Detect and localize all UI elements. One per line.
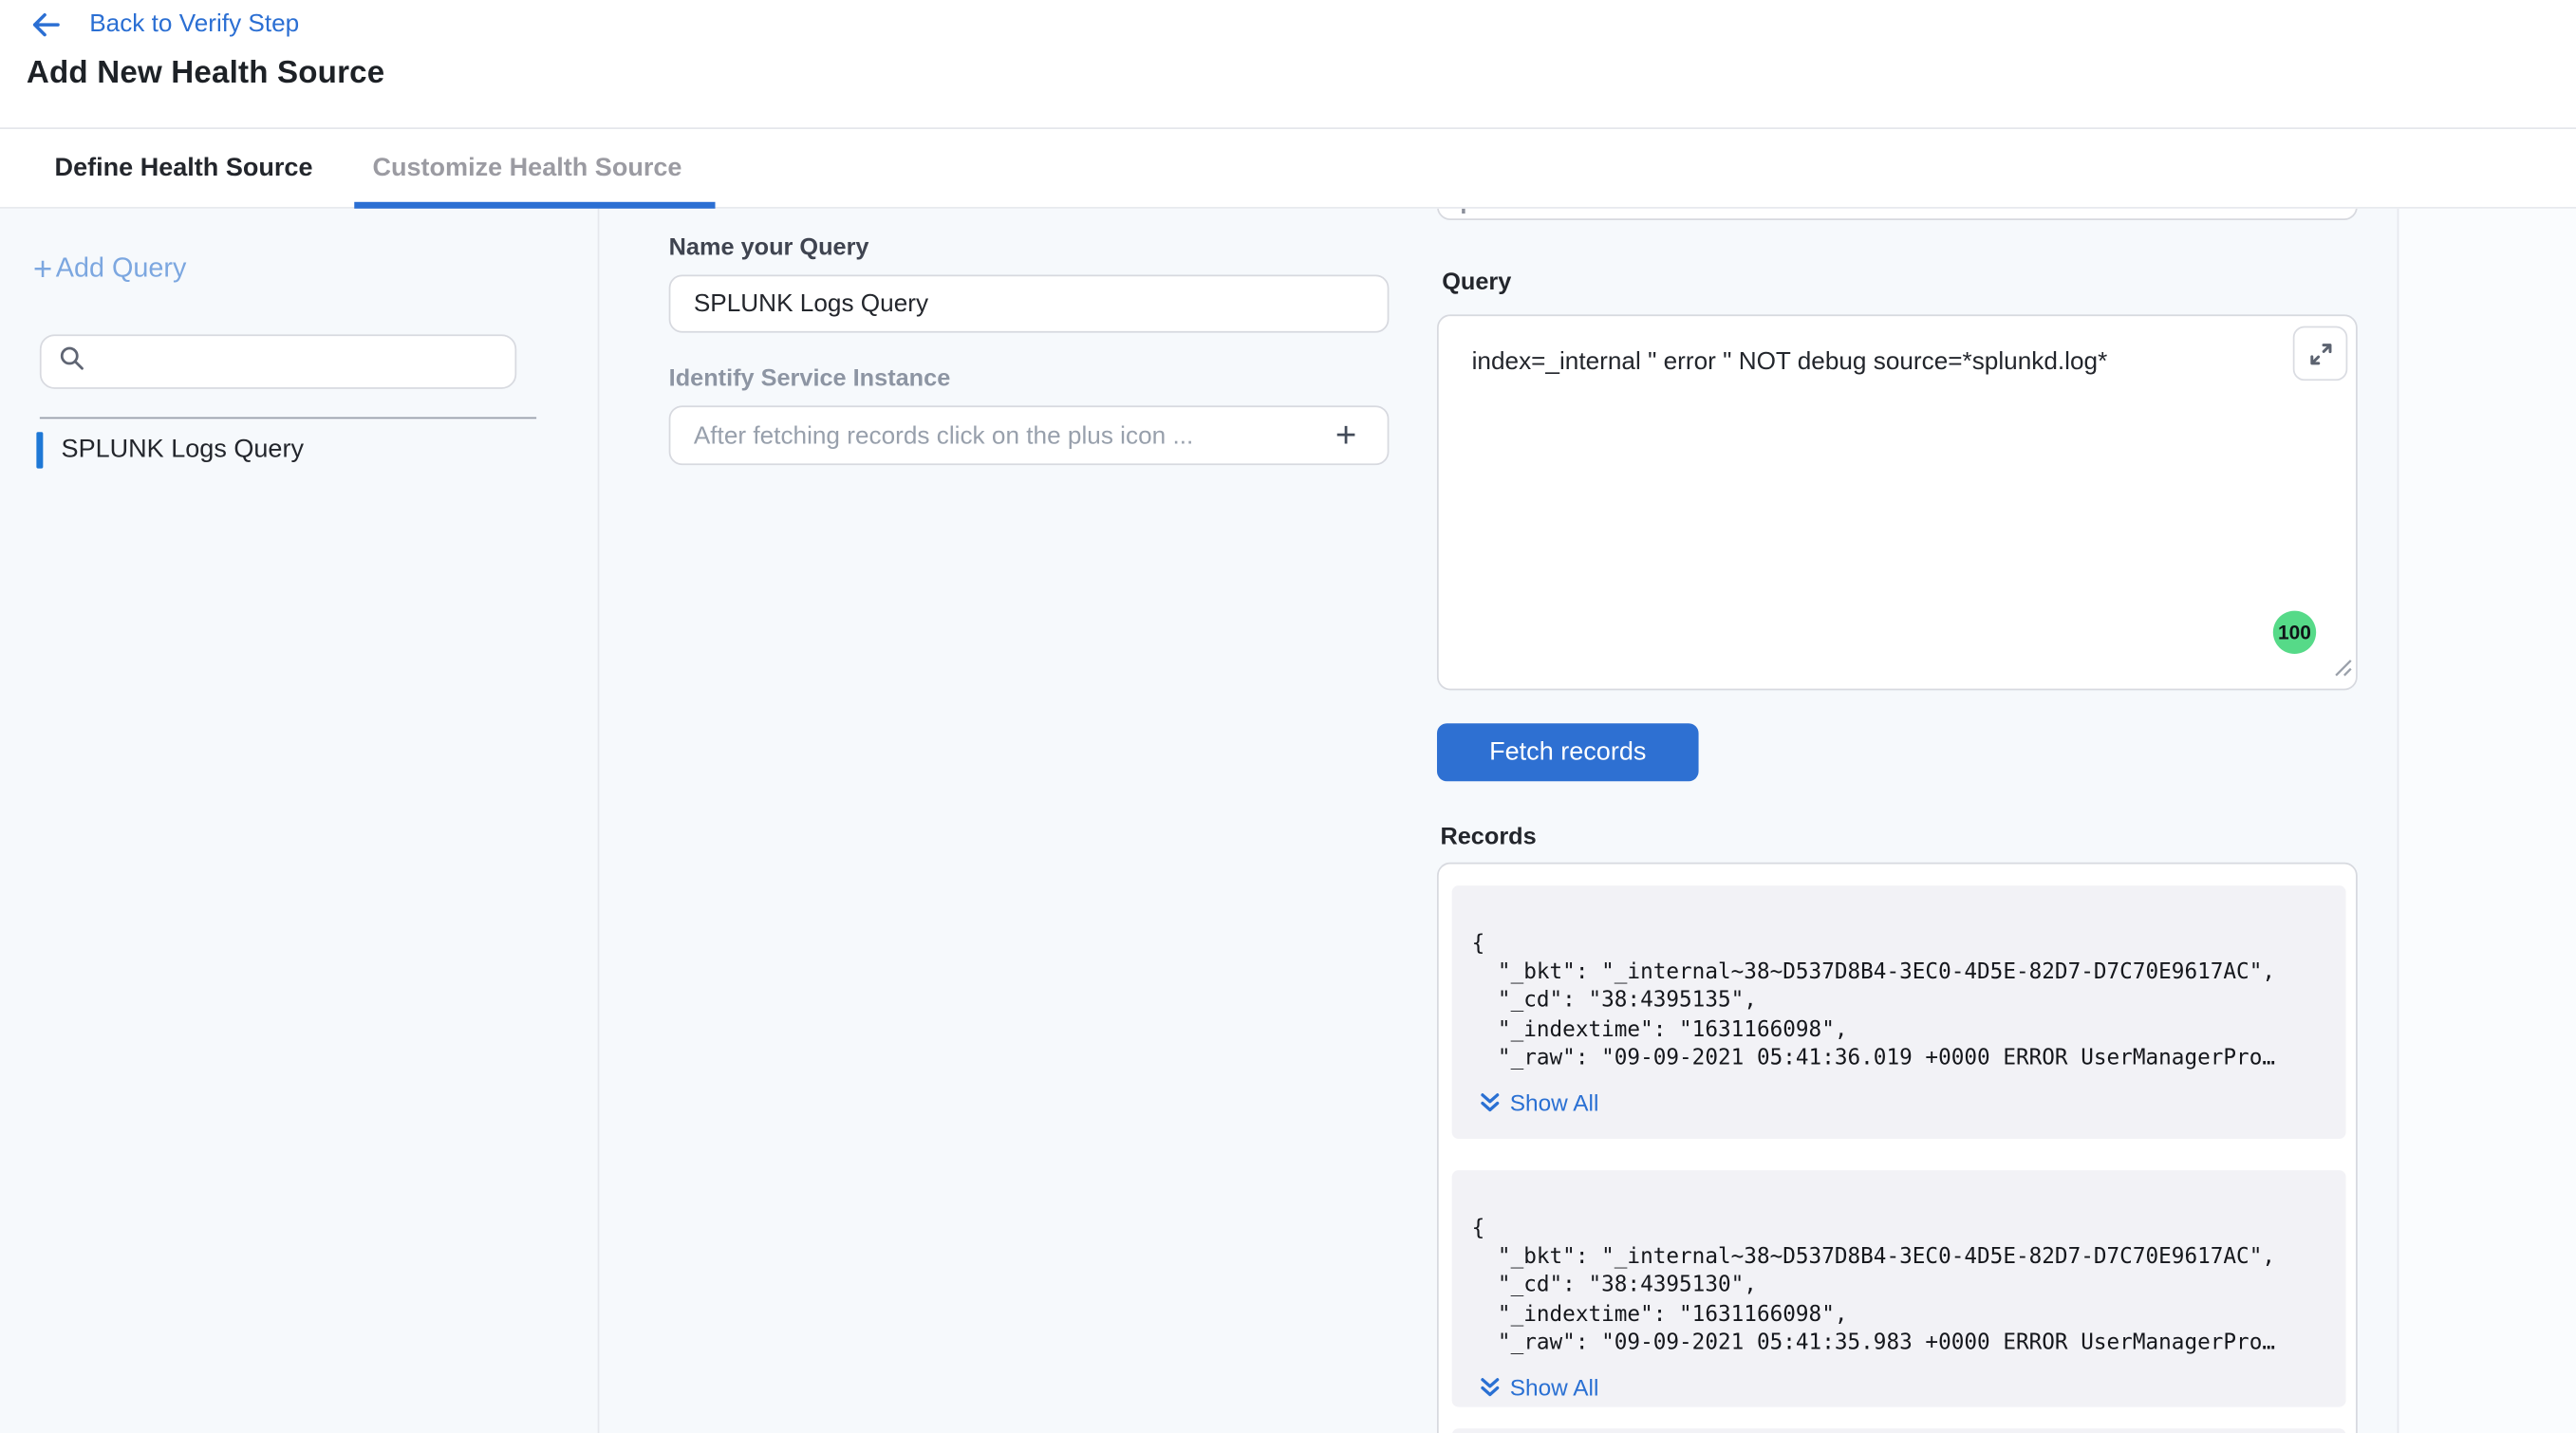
show-all-label: Show All bbox=[1510, 1374, 1599, 1401]
plus-icon: + bbox=[33, 254, 52, 284]
json-line: "_cd": "38:4395135", bbox=[1472, 987, 2326, 1015]
add-health-source-page: Back to Verify Step Add New Health Sourc… bbox=[0, 0, 2576, 1433]
sidebar-item-splunk-logs-query[interactable]: SPLUNK Logs Query bbox=[36, 432, 304, 468]
expand-icon bbox=[2307, 340, 2334, 366]
json-line: "_raw": "09-09-2021 05:41:35.983 +0000 E… bbox=[1472, 1329, 2326, 1357]
add-query-label: Add Query bbox=[56, 253, 187, 285]
sidebar-divider bbox=[40, 418, 536, 419]
json-line: { bbox=[1472, 930, 2326, 958]
page-title: Add New Health Source bbox=[27, 56, 384, 92]
query-text[interactable]: index=_internal " error " NOT debug sour… bbox=[1472, 347, 2257, 376]
search-input[interactable] bbox=[100, 336, 515, 387]
content-area: + Add Query SPLUNK Logs Query Name your … bbox=[0, 209, 2576, 1433]
back-link-label: Back to Verify Step bbox=[89, 9, 299, 38]
json-line: "_raw": "09-09-2021 05:41:36.019 +0000 E… bbox=[1472, 1044, 2326, 1072]
query-item-label: SPLUNK Logs Query bbox=[62, 436, 304, 465]
query-search-box bbox=[40, 334, 516, 389]
page-header: Back to Verify Step Add New Health Sourc… bbox=[0, 0, 2576, 129]
add-query-button[interactable]: + Add Query bbox=[33, 253, 186, 285]
service-instance-label: Identify Service Instance bbox=[669, 365, 951, 392]
tab-define-health-source[interactable]: Define Health Source bbox=[55, 129, 313, 207]
record-card bbox=[1452, 1428, 2346, 1433]
json-line: "_cd": "38:4395130", bbox=[1472, 1272, 2326, 1300]
query-label: Query bbox=[1442, 270, 1511, 296]
selected-indicator-bar bbox=[36, 432, 43, 468]
fetch-records-button[interactable]: Fetch records bbox=[1437, 723, 1699, 781]
show-all-label: Show All bbox=[1510, 1089, 1599, 1116]
expand-query-button[interactable] bbox=[2293, 326, 2348, 382]
search-icon bbox=[58, 344, 86, 380]
tab-bar: Define Health Source Customize Health So… bbox=[0, 129, 2576, 209]
query-name-input[interactable] bbox=[669, 275, 1390, 333]
cropped-text-fragment bbox=[1462, 209, 1465, 214]
query-textarea[interactable]: index=_internal " error " NOT debug sour… bbox=[1437, 314, 2358, 690]
cropped-top-input[interactable] bbox=[1437, 209, 2358, 220]
json-line: "_indextime": "1631166098", bbox=[1472, 1300, 2326, 1329]
tab-customize-health-source[interactable]: Customize Health Source bbox=[372, 129, 681, 207]
show-all-link[interactable]: Show All bbox=[1480, 1374, 2325, 1401]
back-link[interactable]: Back to Verify Step bbox=[31, 9, 299, 38]
record-card: { "_bkt": "_internal~38~D537D8B4-3EC0-4D… bbox=[1452, 885, 2346, 1139]
records-container: { "_bkt": "_internal~38~D537D8B4-3EC0-4D… bbox=[1437, 863, 2358, 1433]
records-label: Records bbox=[1440, 825, 1536, 851]
json-line: "_indextime": "1631166098", bbox=[1472, 1015, 2326, 1044]
right-gutter bbox=[2398, 209, 2576, 1433]
double-chevron-down-icon bbox=[1480, 1091, 1500, 1113]
active-tab-underline bbox=[354, 202, 715, 209]
double-chevron-down-icon bbox=[1480, 1376, 1500, 1398]
query-sidebar: + Add Query SPLUNK Logs Query bbox=[0, 209, 599, 1433]
textarea-resize-grip[interactable] bbox=[2331, 656, 2353, 685]
record-count-badge: 100 bbox=[2273, 611, 2316, 654]
json-line: { bbox=[1472, 1215, 2326, 1243]
json-line: "_bkt": "_internal~38~D537D8B4-3EC0-4D5E… bbox=[1472, 1243, 2326, 1272]
json-line: "_bkt": "_internal~38~D537D8B4-3EC0-4D5E… bbox=[1472, 958, 2326, 987]
record-card: { "_bkt": "_internal~38~D537D8B4-3EC0-4D… bbox=[1452, 1170, 2346, 1406]
service-instance-input[interactable] bbox=[669, 405, 1390, 465]
show-all-link[interactable]: Show All bbox=[1480, 1089, 2325, 1116]
name-query-label: Name your Query bbox=[669, 235, 869, 262]
back-arrow-icon bbox=[31, 12, 61, 35]
add-service-instance-icon[interactable]: + bbox=[1316, 405, 1376, 465]
